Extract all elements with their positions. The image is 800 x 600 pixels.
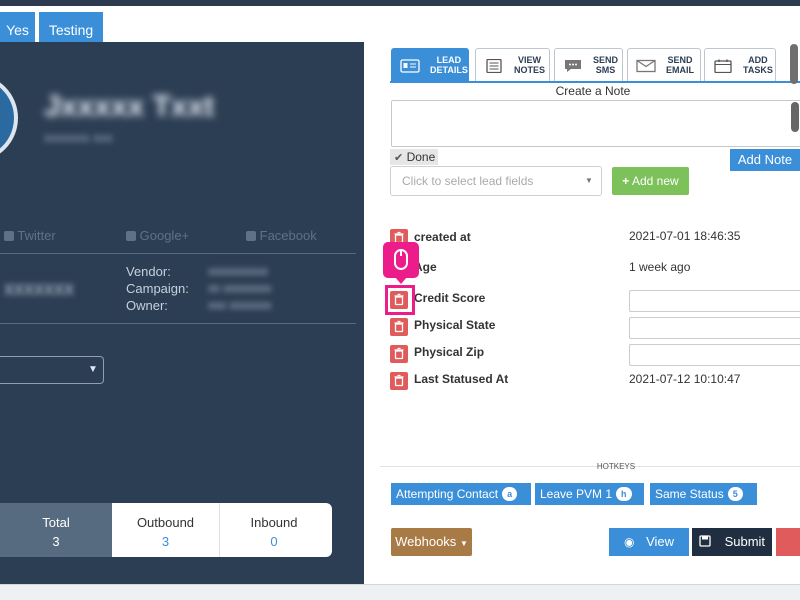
lead-fields-select[interactable]: Click to select lead fields ▼ bbox=[390, 166, 602, 196]
tab-send-email[interactable]: SEND EMAIL bbox=[627, 48, 701, 82]
caret-down-icon: ▼ bbox=[459, 539, 468, 548]
campaign-label: Campaign: bbox=[126, 281, 189, 296]
twitter-link[interactable]: Twitter bbox=[4, 228, 56, 243]
lead-phone-redacted: xxxxxxx bbox=[4, 278, 74, 300]
lead-profile-panel: Jxxxxx Txxt xxxxxxx xxx Twitter Google+ … bbox=[0, 42, 364, 584]
field-name: Last Statused At bbox=[414, 372, 509, 386]
app-root: Yes Testing Jxxxxx Txxt xxxxxxx xxx Twit… bbox=[0, 0, 800, 600]
list-icon bbox=[486, 59, 502, 73]
webhooks-dropdown[interactable]: Webhooks ▼ bbox=[391, 528, 472, 556]
stat-total: Total 3 bbox=[0, 503, 112, 557]
envelope-icon bbox=[636, 59, 656, 73]
lead-detail-panel: LEAD DETAILS VIEW NOTES SEND SMS SEND EMAIL … bbox=[364, 42, 800, 584]
done-indicator: ✔ Done bbox=[390, 149, 438, 165]
danger-action-button[interactable] bbox=[776, 528, 800, 556]
id-card-icon bbox=[400, 59, 420, 73]
owner-value-redacted: xxx xxxxxxx bbox=[208, 298, 272, 312]
hotkey-button[interactable]: Leave PVM 1h bbox=[535, 483, 644, 505]
chevron-down-icon: ▼ bbox=[585, 176, 593, 185]
note-scrollbar[interactable] bbox=[791, 102, 799, 132]
field-name: Physical State bbox=[414, 318, 496, 332]
bottom-strip bbox=[0, 584, 800, 600]
trash-icon bbox=[394, 347, 404, 360]
hotkey-badge: 5 bbox=[727, 487, 743, 501]
facebook-link[interactable]: Facebook bbox=[246, 228, 317, 243]
click-target-highlight bbox=[385, 285, 415, 315]
field-value: 1 week ago bbox=[629, 260, 691, 274]
stat-outbound: Outbound 3 bbox=[112, 503, 220, 557]
calendar-icon bbox=[714, 59, 732, 73]
status-select[interactable]: ▼ bbox=[0, 356, 104, 384]
vendor-label: Vendor: bbox=[126, 264, 171, 279]
hotkey-badge: a bbox=[502, 487, 518, 501]
field-value: 2021-07-12 10:10:47 bbox=[629, 372, 741, 386]
physical-zip-input[interactable] bbox=[629, 344, 800, 366]
create-note-title: Create a Note bbox=[555, 84, 631, 98]
trash-icon bbox=[394, 374, 404, 387]
divider bbox=[0, 253, 356, 254]
hotkey-button[interactable]: Attempting Contact a bbox=[391, 483, 531, 505]
tab-view-notes[interactable]: VIEW NOTES bbox=[475, 48, 550, 82]
check-icon: ✔ bbox=[394, 152, 404, 164]
top-bar: Yes Testing bbox=[0, 6, 800, 48]
add-note-button[interactable]: Add Note bbox=[730, 149, 800, 171]
campaign-value-redacted: xx xxxxxxxx bbox=[208, 281, 272, 295]
divider bbox=[0, 323, 356, 324]
view-button[interactable]: ◉ View bbox=[609, 528, 689, 556]
tab-underline bbox=[390, 81, 800, 83]
cursor-marker-tip bbox=[395, 277, 407, 284]
field-name: created at bbox=[414, 230, 471, 244]
plus-icon: + bbox=[622, 174, 630, 188]
delete-field-button[interactable] bbox=[390, 318, 408, 336]
save-icon bbox=[699, 535, 711, 547]
physical-state-input[interactable] bbox=[629, 317, 800, 339]
eye-icon: ◉ bbox=[623, 535, 635, 549]
hotkey-badge: h bbox=[616, 487, 632, 501]
field-name: Physical Zip bbox=[414, 345, 485, 359]
call-stats: Total 3 Outbound 3 Inbound 0 bbox=[0, 503, 332, 557]
google-plus-link[interactable]: Google+ bbox=[126, 228, 189, 243]
stat-inbound: Inbound 0 bbox=[250, 515, 298, 549]
chevron-down-icon: ▼ bbox=[88, 364, 98, 375]
add-new-field-button[interactable]: + Add new bbox=[612, 167, 689, 195]
vendor-value-redacted: xxxxxxxxxx bbox=[208, 264, 268, 278]
field-value: 2021-07-01 18:46:35 bbox=[629, 229, 741, 243]
mouse-icon bbox=[394, 249, 408, 270]
avatar bbox=[0, 74, 18, 162]
tab-add-tasks[interactable]: ADD TASKS bbox=[704, 48, 776, 82]
chat-icon bbox=[565, 60, 581, 72]
owner-label: Owner: bbox=[126, 298, 168, 313]
cursor-marker bbox=[383, 242, 419, 278]
page-scrollbar[interactable] bbox=[790, 44, 798, 84]
tab-lead-details[interactable]: LEAD DETAILS bbox=[391, 48, 469, 82]
field-name: Credit Score bbox=[414, 291, 486, 305]
credit-score-input[interactable] bbox=[629, 290, 800, 312]
lead-name-redacted: Jxxxxx Txxt bbox=[44, 90, 215, 123]
delete-field-button[interactable] bbox=[390, 372, 408, 390]
tab-send-sms[interactable]: SEND SMS bbox=[554, 48, 623, 82]
google-plus-icon bbox=[126, 231, 136, 241]
twitter-icon bbox=[4, 231, 14, 241]
delete-field-button[interactable] bbox=[390, 345, 408, 363]
hotkey-button[interactable]: Same Status 5 bbox=[650, 483, 757, 505]
facebook-icon bbox=[246, 231, 256, 241]
hotkeys-title: HOTKEYS bbox=[596, 462, 636, 471]
lead-subtitle-redacted: xxxxxxx xxx bbox=[44, 130, 113, 145]
submit-button[interactable]: Submit bbox=[692, 528, 772, 556]
trash-icon bbox=[394, 320, 404, 333]
note-textarea[interactable] bbox=[391, 100, 800, 147]
